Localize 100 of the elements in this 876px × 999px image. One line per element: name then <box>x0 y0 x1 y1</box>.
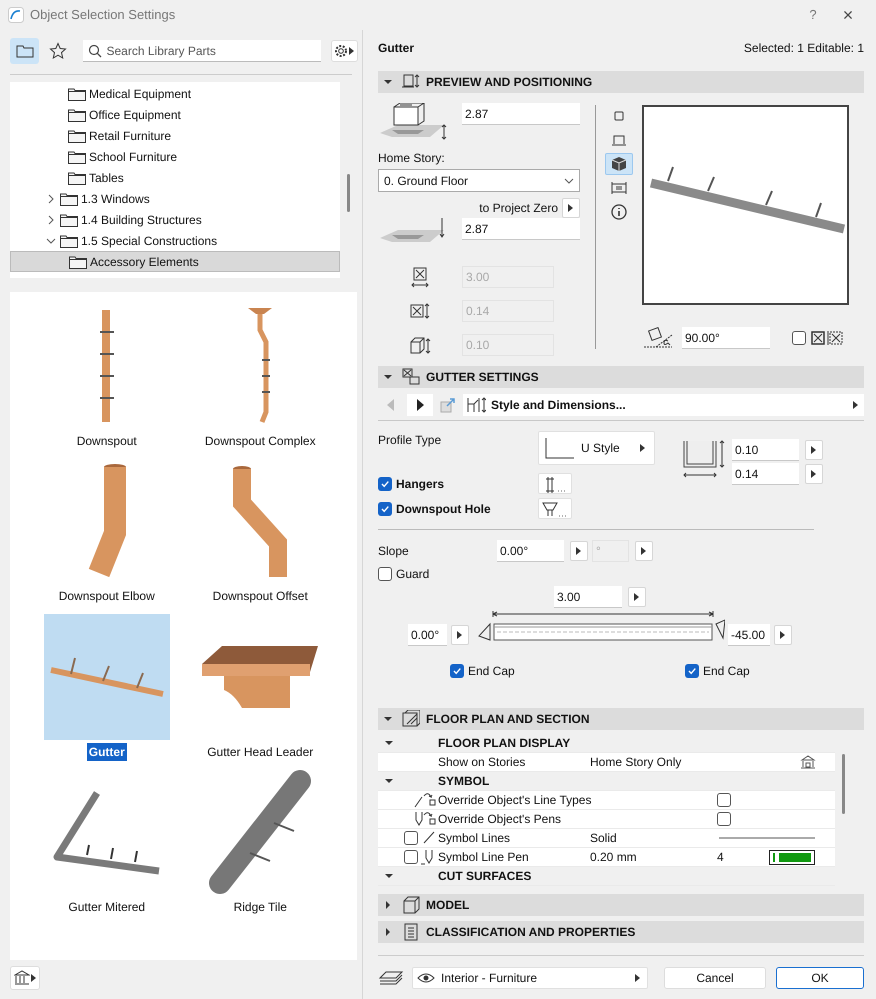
part-name[interactable]: Downspout Offset <box>210 587 310 605</box>
arrow-button[interactable] <box>635 541 653 561</box>
chevron-icon <box>564 176 574 186</box>
arrow-button[interactable] <box>451 625 469 645</box>
settings-button[interactable] <box>330 40 358 62</box>
checkbox[interactable] <box>404 850 418 864</box>
checkbox[interactable] <box>717 793 731 807</box>
checkbox[interactable] <box>378 476 392 490</box>
window-title: Object Selection Settings <box>30 6 176 24</box>
mirror-checkbox[interactable] <box>792 331 806 345</box>
tree-item[interactable]: 1.3 Windows <box>10 188 340 209</box>
check-icon <box>452 666 462 676</box>
section-header[interactable]: GUTTER SETTINGS <box>378 366 864 388</box>
input-field: 0.10 <box>462 334 554 356</box>
tree-item[interactable]: Medical Equipment <box>10 83 340 104</box>
options-button[interactable] <box>538 473 572 494</box>
checkbox-label: End Cap <box>468 663 515 680</box>
input-field[interactable]: 90.00° <box>682 327 770 349</box>
section-header[interactable]: CLASSIFICATION AND PROPERTIES <box>378 921 864 943</box>
tree-item[interactable]: School Furniture <box>10 146 340 167</box>
mirror-icon <box>811 331 825 345</box>
section-header[interactable]: FLOOR PLAN AND SECTION <box>378 708 864 730</box>
ok-button[interactable]: OK <box>776 966 864 988</box>
caret-icon <box>31 974 36 982</box>
property-label: Show on Stories <box>438 754 526 771</box>
property-value[interactable]: Home Story Only <box>590 753 800 771</box>
part-name[interactable]: Downspout Complex <box>202 432 318 450</box>
input-field[interactable]: 0.00° <box>497 540 564 562</box>
input-field[interactable]: 0.10 <box>732 439 799 461</box>
checkbox[interactable] <box>404 831 418 845</box>
group-header[interactable]: FLOOR PLAN DISPLAY <box>378 734 835 752</box>
arrow-button[interactable] <box>805 440 823 460</box>
caret-icon <box>384 776 394 786</box>
close-button[interactable]: × <box>828 2 868 28</box>
layer-dropdown[interactable]: Interior - Furniture <box>412 966 648 988</box>
checkbox[interactable] <box>450 664 464 678</box>
arrow-button[interactable] <box>628 587 646 607</box>
part-name[interactable]: Gutter Mitered <box>66 898 148 916</box>
page-dropdown[interactable]: Style and Dimensions... <box>463 394 864 416</box>
arrow-button[interactable] <box>570 541 588 561</box>
star-icon <box>48 42 67 60</box>
object-title: Gutter <box>378 40 414 57</box>
tree-item[interactable]: Tables <box>10 167 340 188</box>
layers-icon <box>378 970 404 986</box>
section-header[interactable]: MODEL <box>378 894 864 916</box>
tree-item[interactable]: Accessory Elements <box>10 251 340 272</box>
arrow-button[interactable] <box>774 625 792 645</box>
input-field: 0.14 <box>462 300 554 322</box>
property-value[interactable]: 0.20 mm <box>590 848 717 866</box>
part-name[interactable]: Gutter Head Leader <box>205 742 316 760</box>
cancel-button[interactable]: Cancel <box>664 966 766 988</box>
part-name[interactable]: Gutter <box>86 742 127 760</box>
tree-item[interactable]: 1.5 Special Constructions <box>10 230 340 251</box>
story-dropdown[interactable]: 0. Ground Floor <box>378 169 580 192</box>
input-field[interactable]: 0.00° <box>408 624 447 646</box>
scrollbar-thumb[interactable] <box>842 754 845 814</box>
section-header[interactable]: PREVIEW AND POSITIONING <box>378 71 864 93</box>
search-field[interactable]: Search Library Parts <box>82 40 321 62</box>
arrow-button[interactable] <box>805 464 823 484</box>
part-name[interactable]: Downspout Elbow <box>56 587 157 605</box>
help-button[interactable]: ? <box>798 5 828 25</box>
pen-color-swatch[interactable] <box>769 850 815 864</box>
folder-icon <box>60 192 78 206</box>
library-manager-button[interactable] <box>10 966 40 990</box>
checkbox[interactable] <box>378 567 392 581</box>
profile-type-button[interactable]: U Style <box>538 431 655 465</box>
part-name[interactable]: Ridge Tile <box>232 898 289 916</box>
override-line-types-icon <box>414 791 436 809</box>
input-field[interactable]: 0.14 <box>732 463 799 485</box>
downspout-hole-icon <box>542 500 568 518</box>
part-name[interactable]: Downspout <box>74 432 139 450</box>
field-label: Profile Type <box>378 432 442 449</box>
scrollbar-thumb[interactable] <box>347 174 350 212</box>
input-field[interactable]: 2.87 <box>462 218 580 240</box>
group-header[interactable]: SYMBOL <box>378 772 835 790</box>
view-mode-button[interactable] <box>605 153 633 175</box>
dropdown-value: Interior - Furniture <box>441 970 538 986</box>
folder-icon <box>16 44 34 58</box>
tree-item[interactable]: 1.4 Building Structures <box>10 209 340 230</box>
caret-icon <box>383 714 393 724</box>
checkbox[interactable] <box>685 664 699 678</box>
property-label: Override Object's Pens <box>438 811 562 828</box>
tree-item[interactable]: Office Equipment <box>10 104 340 125</box>
arrow-button[interactable] <box>562 198 580 218</box>
pen-number: 4 <box>717 849 725 866</box>
folder-icon <box>68 150 86 164</box>
checkbox[interactable] <box>378 502 392 516</box>
caret-icon <box>383 77 393 87</box>
checkbox[interactable] <box>717 812 731 826</box>
check-icon <box>687 666 697 676</box>
options-button[interactable] <box>538 498 572 519</box>
caret-icon <box>349 47 354 55</box>
property-value[interactable]: Solid <box>590 829 717 847</box>
input-field[interactable]: 2.87 <box>462 103 580 125</box>
group-header[interactable]: CUT SURFACES <box>378 867 835 885</box>
input-field[interactable]: -45.00 <box>728 624 770 646</box>
tree-item[interactable]: Retail Furniture <box>10 125 340 146</box>
next-page-button[interactable] <box>407 394 433 416</box>
input-field[interactable]: 3.00 <box>554 586 622 608</box>
view-tab[interactable] <box>10 38 40 64</box>
